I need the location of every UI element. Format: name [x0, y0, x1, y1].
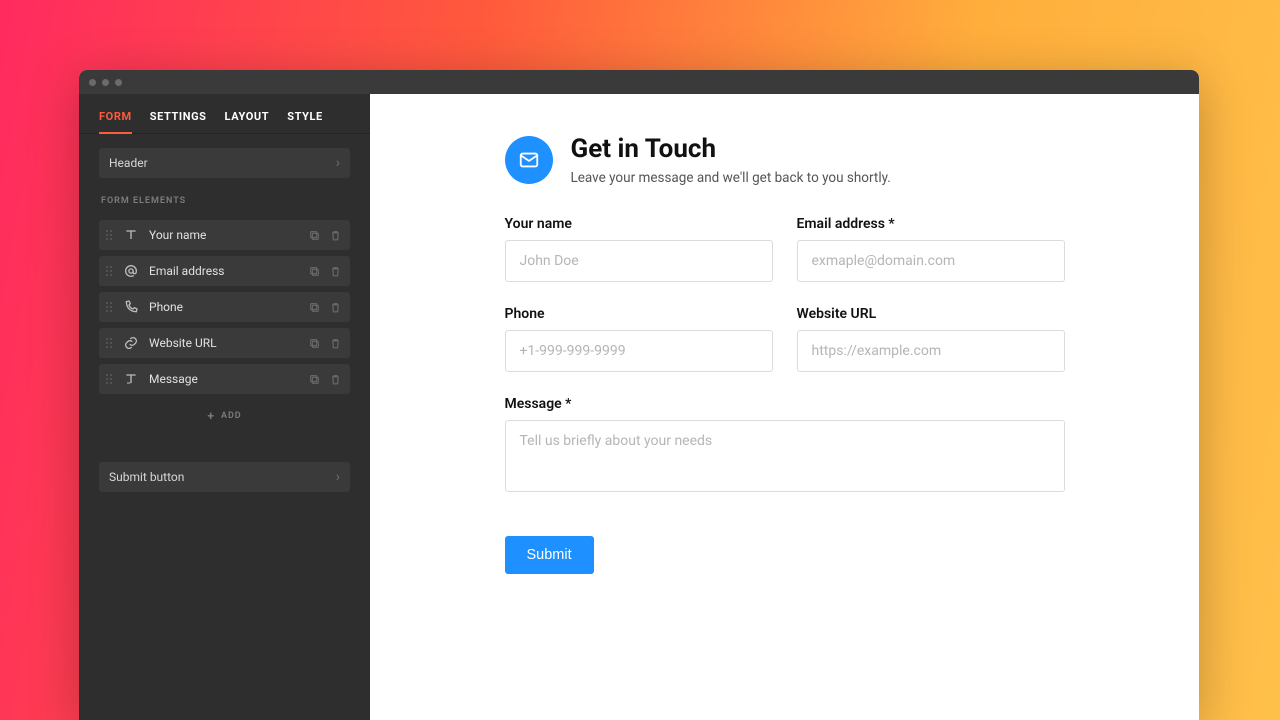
sidebar: FORM SETTINGS LAYOUT STYLE Header FORM E… — [79, 94, 370, 720]
traffic-light-close[interactable] — [89, 79, 96, 86]
elements-list: Your name Email address — [99, 220, 350, 394]
drag-handle-icon[interactable] — [105, 230, 113, 240]
duplicate-icon[interactable] — [308, 337, 321, 350]
element-label: Website URL — [149, 336, 298, 350]
tab-layout[interactable]: LAYOUT — [225, 110, 270, 133]
submit-section-label: Submit button — [109, 470, 184, 484]
duplicate-icon[interactable] — [308, 301, 321, 314]
message-icon — [123, 371, 139, 387]
duplicate-icon[interactable] — [308, 373, 321, 386]
app-window: FORM SETTINGS LAYOUT STYLE Header FORM E… — [79, 70, 1199, 720]
tab-style[interactable]: STYLE — [287, 110, 323, 133]
sidebar-tabs: FORM SETTINGS LAYOUT STYLE — [79, 94, 370, 134]
tab-form[interactable]: FORM — [99, 110, 132, 133]
label-phone: Phone — [505, 306, 773, 322]
element-row-your-name[interactable]: Your name — [99, 220, 350, 250]
add-element-button[interactable]: + ADD — [99, 406, 350, 426]
delete-icon[interactable] — [329, 265, 342, 278]
at-icon — [123, 263, 139, 279]
text-icon — [123, 227, 139, 243]
drag-handle-icon[interactable] — [105, 374, 113, 384]
input-phone[interactable] — [505, 330, 773, 372]
delete-icon[interactable] — [329, 337, 342, 350]
submit-section-row[interactable]: Submit button — [99, 462, 350, 492]
duplicate-icon[interactable] — [308, 265, 321, 278]
label-email: Email address * — [797, 216, 1065, 232]
traffic-light-minimize[interactable] — [102, 79, 109, 86]
label-name: Your name — [505, 216, 773, 232]
delete-icon[interactable] — [329, 301, 342, 314]
drag-handle-icon[interactable] — [105, 266, 113, 276]
phone-icon — [123, 299, 139, 315]
tab-settings[interactable]: SETTINGS — [150, 110, 207, 133]
header-section-label: Header — [109, 156, 148, 170]
link-icon — [123, 335, 139, 351]
element-row-email[interactable]: Email address — [99, 256, 350, 286]
element-label: Email address — [149, 264, 298, 278]
drag-handle-icon[interactable] — [105, 338, 113, 348]
traffic-light-zoom[interactable] — [115, 79, 122, 86]
form-elements-label: FORM ELEMENTS — [99, 190, 350, 208]
form-canvas: Get in Touch Leave your message and we'l… — [370, 94, 1199, 720]
element-row-url[interactable]: Website URL — [99, 328, 350, 358]
element-label: Message — [149, 372, 298, 386]
input-message[interactable] — [505, 420, 1065, 492]
header-section-row[interactable]: Header — [99, 148, 350, 178]
field-phone: Phone — [505, 306, 773, 372]
input-url[interactable] — [797, 330, 1065, 372]
input-name[interactable] — [505, 240, 773, 282]
window-titlebar — [79, 70, 1199, 94]
element-label: Phone — [149, 300, 298, 314]
duplicate-icon[interactable] — [308, 229, 321, 242]
form-title: Get in Touch — [571, 134, 891, 164]
input-email[interactable] — [797, 240, 1065, 282]
delete-icon[interactable] — [329, 373, 342, 386]
field-email: Email address * — [797, 216, 1065, 282]
form-subtitle: Leave your message and we'll get back to… — [571, 170, 891, 186]
field-url: Website URL — [797, 306, 1065, 372]
add-element-label: ADD — [221, 411, 242, 421]
element-label: Your name — [149, 228, 298, 242]
plus-icon: + — [207, 410, 215, 422]
label-url: Website URL — [797, 306, 1065, 322]
field-message: Message * — [505, 396, 1065, 496]
mail-icon — [505, 136, 553, 184]
element-row-phone[interactable]: Phone — [99, 292, 350, 322]
label-message: Message * — [505, 396, 1065, 412]
field-name: Your name — [505, 216, 773, 282]
element-row-message[interactable]: Message — [99, 364, 350, 394]
form-header: Get in Touch Leave your message and we'l… — [505, 134, 1065, 186]
drag-handle-icon[interactable] — [105, 302, 113, 312]
submit-button[interactable]: Submit — [505, 536, 594, 574]
delete-icon[interactable] — [329, 229, 342, 242]
